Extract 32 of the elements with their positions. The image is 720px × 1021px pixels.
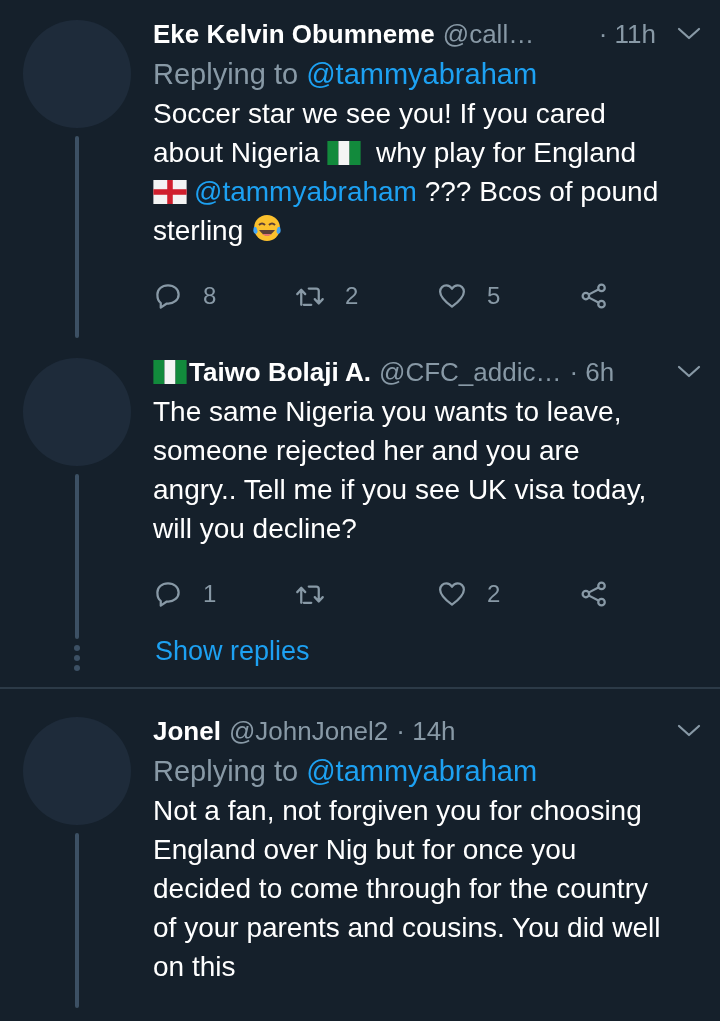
user-handle: @CFC_addic… — [379, 356, 562, 388]
nigeria-flag-icon — [327, 141, 362, 165]
like-count: 5 — [487, 282, 501, 310]
user-handle: @JohnJonel2 — [228, 715, 389, 747]
tweet-text: The same Nigeria you wants to leave, someone rejected her and you are angry.. Tell me if you see UK visa today, will you decline? — [153, 395, 648, 546]
mention-link[interactable]: @tammyabraham — [306, 755, 538, 787]
mention-link[interactable]: @tammyabraham — [306, 58, 538, 90]
heart-icon[interactable] — [437, 281, 467, 311]
tweet-text: Not a fan, not forgiven you for choosing England over Nig but for once you decided to come through for the country of your parents and cousins. You did well on this — [153, 794, 662, 984]
replying-to-text: Replying to @tammyabraham — [153, 754, 539, 789]
share-icon[interactable] — [579, 281, 609, 311]
timestamp: · 6h — [569, 356, 615, 388]
reply-icon[interactable] — [153, 281, 183, 311]
mention-link[interactable]: @tammyabraham — [194, 176, 417, 207]
nigeria-flag-icon — [153, 360, 187, 384]
timestamp: · 11h — [598, 18, 656, 50]
heart-icon[interactable] — [437, 579, 467, 609]
show-replies-link[interactable]: Show replies — [155, 636, 310, 667]
replying-to-text: Replying to @tammyabraham — [153, 57, 539, 92]
user-name: Eke Kelvin Obumneme — [153, 18, 435, 50]
england-flag-icon — [153, 180, 187, 204]
user-name: Taiwo Bolaji A. — [153, 356, 371, 388]
reply-count: 1 — [203, 580, 217, 608]
reply-icon[interactable] — [153, 579, 183, 609]
user-handle: @call… — [442, 18, 536, 50]
share-icon[interactable] — [579, 579, 609, 609]
like-count: 2 — [487, 580, 501, 608]
tweet-text: Soccer star we see you! If you cared about Nigeria why play for England @tammyabraham ??? Bcos of pound sterling — [153, 97, 660, 248]
retweet-count: 2 — [345, 282, 359, 310]
user-name: Jonel — [153, 715, 221, 747]
timestamp: · 14h — [396, 715, 456, 747]
reply-count: 8 — [203, 282, 217, 310]
